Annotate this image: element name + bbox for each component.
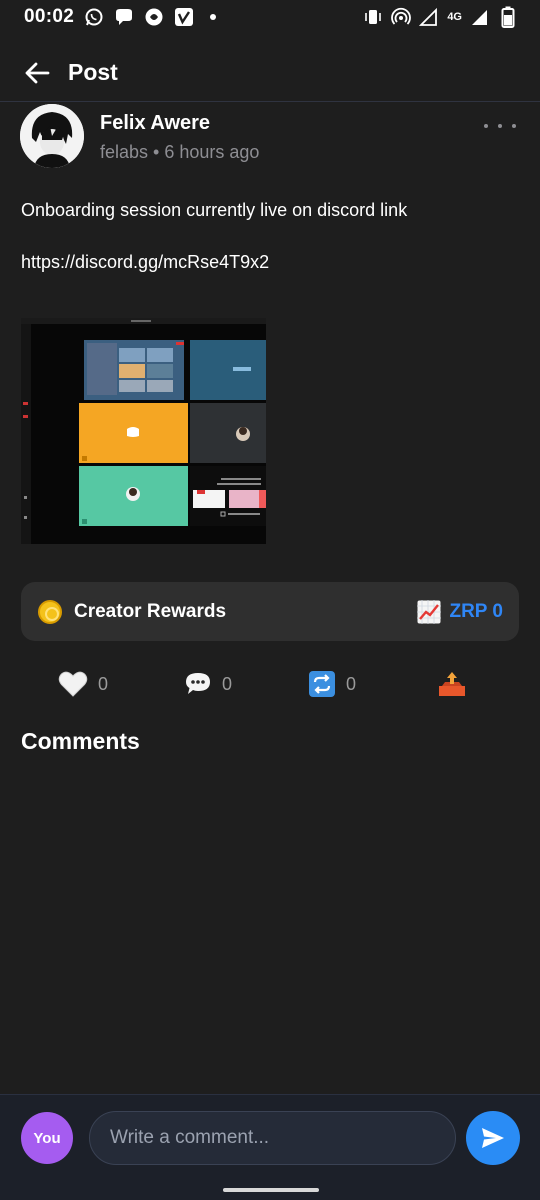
status-bar: 00:02 4G: [0, 0, 540, 34]
chat-bubble-icon: [114, 7, 134, 27]
comment-button[interactable]: 0: [184, 670, 232, 698]
repost-arrows-icon: [309, 671, 335, 697]
comments-heading: Comments: [21, 728, 140, 754]
share-button[interactable]: [437, 670, 467, 698]
page-title: Post: [68, 59, 118, 85]
post-header: Felix Awere felabs • 6 hours ago: [20, 104, 520, 174]
send-icon: [482, 1128, 504, 1148]
comment-count: 0: [222, 673, 233, 694]
like-count: 0: [98, 673, 109, 694]
repost-count: 0: [346, 673, 357, 694]
whatsapp-icon: [84, 7, 104, 27]
current-user-avatar: You: [21, 1112, 73, 1164]
back-button[interactable]: [22, 58, 52, 88]
post-link[interactable]: https://discord.gg/mcRse4T9x2: [21, 252, 501, 273]
comment-composer: You: [0, 1094, 540, 1200]
chart-increasing-icon: [417, 599, 442, 624]
creator-rewards-label: Creator Rewards: [74, 600, 227, 622]
heart-icon: [58, 671, 88, 697]
post-image[interactable]: [21, 318, 266, 544]
speech-bubble-icon: [186, 673, 210, 694]
repost-button[interactable]: 0: [308, 670, 356, 698]
hotspot-icon: [391, 7, 412, 27]
coin-icon: [38, 599, 62, 624]
back-arrow-icon: [25, 62, 50, 83]
app-icon: [144, 7, 164, 27]
vimeo-icon: [174, 7, 194, 27]
more-options-button[interactable]: [484, 116, 516, 136]
app-bar: Post: [0, 44, 540, 102]
signal-icon-2: [470, 7, 490, 27]
status-time: 00:02: [24, 6, 75, 27]
author-name[interactable]: Felix Awere: [100, 112, 210, 135]
outbox-tray-icon: [439, 672, 465, 696]
network-type-label: 4G: [447, 11, 462, 23]
creator-rewards-card[interactable]: Creator Rewards ZRP 0: [21, 582, 519, 641]
author-avatar[interactable]: [20, 104, 84, 168]
home-indicator[interactable]: [223, 1188, 319, 1192]
rewards-value: ZRP 0: [449, 600, 503, 622]
vibrate-icon: [363, 7, 383, 27]
more-dot-icon: [512, 124, 516, 128]
notification-dot-icon: [210, 14, 217, 20]
more-dot-icon: [498, 124, 502, 128]
signal-icon: [419, 7, 439, 27]
like-button[interactable]: 0: [58, 670, 108, 698]
more-dot-icon: [484, 124, 488, 128]
send-comment-button[interactable]: [466, 1111, 520, 1165]
post-actions: 0 0 0: [0, 666, 540, 706]
battery-icon: [498, 6, 518, 28]
post-body-text: Onboarding session currently live on dis…: [21, 200, 408, 220]
comment-input[interactable]: [89, 1111, 456, 1165]
author-meta: felabs • 6 hours ago: [100, 142, 260, 162]
